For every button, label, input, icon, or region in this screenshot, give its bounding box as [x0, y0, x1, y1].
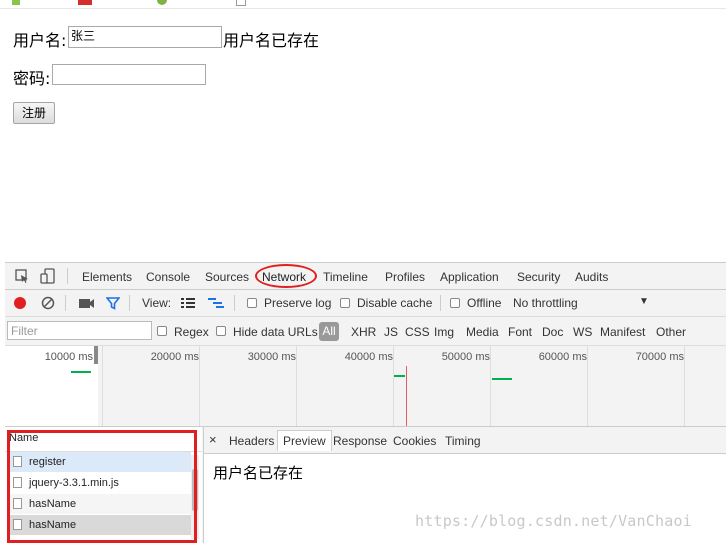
register-button[interactable]: 注册 [13, 102, 55, 124]
timeline-gridline [199, 346, 200, 426]
type-filter-font[interactable]: Font [508, 325, 532, 339]
view-label: View: [142, 296, 172, 310]
timeline-tick-label: 20000 ms [150, 351, 199, 363]
record-icon[interactable] [14, 297, 26, 309]
regex-checkbox[interactable] [157, 326, 167, 336]
hide-data-urls-checkbox[interactable] [216, 326, 226, 336]
username-label: 用户名: [13, 31, 67, 50]
devtools-tabbar: Elements Console Sources Network Timelin… [5, 263, 726, 290]
timeline-tick-label: 40000 ms [344, 351, 393, 363]
timeline-gridline [393, 346, 394, 426]
hide-data-urls-label: Hide data URLs [233, 325, 318, 339]
detail-tab-preview[interactable]: Preview [277, 430, 332, 451]
devtools-panel: Elements Console Sources Network Timelin… [5, 262, 726, 543]
regex-label: Regex [174, 325, 209, 339]
capture-screenshots-icon[interactable] [79, 297, 95, 309]
requests-list: Name register jquery-3.3.1.min.js hasNam… [5, 427, 202, 543]
network-overview-timeline: 10000 ms 20000 ms 30000 ms 40000 ms 5000… [5, 346, 726, 427]
timeline-tick-label: 30000 ms [247, 351, 296, 363]
timeline-gridline [296, 346, 297, 426]
page-icon [236, 0, 246, 6]
tab-console[interactable]: Console [146, 270, 190, 284]
detail-tab-headers[interactable]: Headers [229, 434, 274, 448]
tab-timeline[interactable]: Timeline [323, 270, 368, 284]
extension-icon[interactable] [12, 0, 20, 5]
password-input[interactable] [52, 64, 206, 85]
status-dot-icon [157, 0, 167, 5]
chevron-down-icon[interactable]: ▼ [639, 296, 649, 307]
filter-icon[interactable] [106, 296, 120, 310]
separator [129, 295, 130, 311]
detail-tabbar: × Headers Preview Response Cookies Timin… [204, 427, 726, 454]
throttling-select[interactable]: No throttling [513, 296, 578, 310]
type-filter-css[interactable]: CSS [405, 325, 430, 339]
filter-bar: Filter Regex Hide data URLs All XHR JS C… [5, 317, 726, 346]
overview-icon[interactable] [208, 297, 224, 309]
device-toolbar-icon[interactable] [40, 268, 56, 284]
type-filter-media[interactable]: Media [466, 325, 499, 339]
separator [65, 295, 66, 311]
type-filter-js[interactable]: JS [384, 325, 398, 339]
timeline-gridline [684, 346, 685, 426]
tab-profiles[interactable]: Profiles [385, 270, 425, 284]
offline-checkbox[interactable] [450, 298, 460, 308]
tab-application[interactable]: Application [440, 270, 499, 284]
bookmark-icon[interactable] [78, 0, 92, 5]
timeline-tick-label: 10000 ms [44, 351, 93, 363]
type-filter-other[interactable]: Other [656, 325, 686, 339]
timeline-selection-handle[interactable] [94, 346, 98, 364]
tab-security[interactable]: Security [517, 270, 560, 284]
timeline-gridline [102, 346, 103, 426]
username-input[interactable]: 张三 [68, 26, 222, 48]
network-toolbar: View: Preserve log Disable cache Offline… [5, 290, 726, 317]
timeline-tick-label: 60000 ms [538, 351, 587, 363]
type-filter-ws[interactable]: WS [573, 325, 592, 339]
type-filter-all[interactable]: All [319, 322, 339, 341]
preserve-log-label: Preserve log [264, 296, 332, 310]
tab-audits[interactable]: Audits [575, 270, 608, 284]
type-filter-doc[interactable]: Doc [542, 325, 563, 339]
filter-placeholder: Filter [11, 324, 38, 338]
clear-icon[interactable] [41, 296, 55, 310]
type-filter-manifest[interactable]: Manifest [600, 325, 645, 339]
timeline-tick-label: 50000 ms [441, 351, 490, 363]
offline-label: Offline [467, 296, 502, 310]
load-event-line [406, 366, 407, 426]
request-bar [492, 378, 512, 380]
separator [234, 295, 235, 311]
network-tab-annotation [255, 264, 317, 288]
watermark: https://blog.csdn.net/VanChaoi [415, 512, 692, 530]
separator [440, 295, 441, 311]
requests-annotation-box [7, 430, 197, 543]
separator [67, 268, 68, 284]
request-bar [71, 371, 91, 373]
detail-tab-cookies[interactable]: Cookies [393, 434, 436, 448]
detail-tab-timing[interactable]: Timing [445, 434, 481, 448]
timeline-tick-label: 70000 ms [635, 351, 684, 363]
inspect-icon[interactable] [15, 269, 29, 283]
password-label: 密码: [13, 69, 51, 88]
disable-cache-checkbox[interactable] [340, 298, 350, 308]
browser-top-strip [0, 0, 726, 9]
type-filter-xhr[interactable]: XHR [351, 325, 376, 339]
disable-cache-label: Disable cache [357, 296, 433, 310]
tab-elements[interactable]: Elements [82, 270, 132, 284]
preview-content: 用户名已存在 [213, 464, 304, 482]
close-icon[interactable]: × [209, 432, 217, 447]
tab-sources[interactable]: Sources [205, 270, 249, 284]
username-status-text: 用户名已存在 [223, 31, 320, 50]
type-filter-img[interactable]: Img [434, 325, 454, 339]
large-rows-icon[interactable] [181, 297, 195, 309]
timeline-gridline [490, 346, 491, 426]
detail-tab-response[interactable]: Response [333, 434, 387, 448]
preserve-log-checkbox[interactable] [247, 298, 257, 308]
timeline-gridline [587, 346, 588, 426]
filter-input[interactable]: Filter [7, 321, 152, 340]
request-bar [394, 375, 405, 377]
